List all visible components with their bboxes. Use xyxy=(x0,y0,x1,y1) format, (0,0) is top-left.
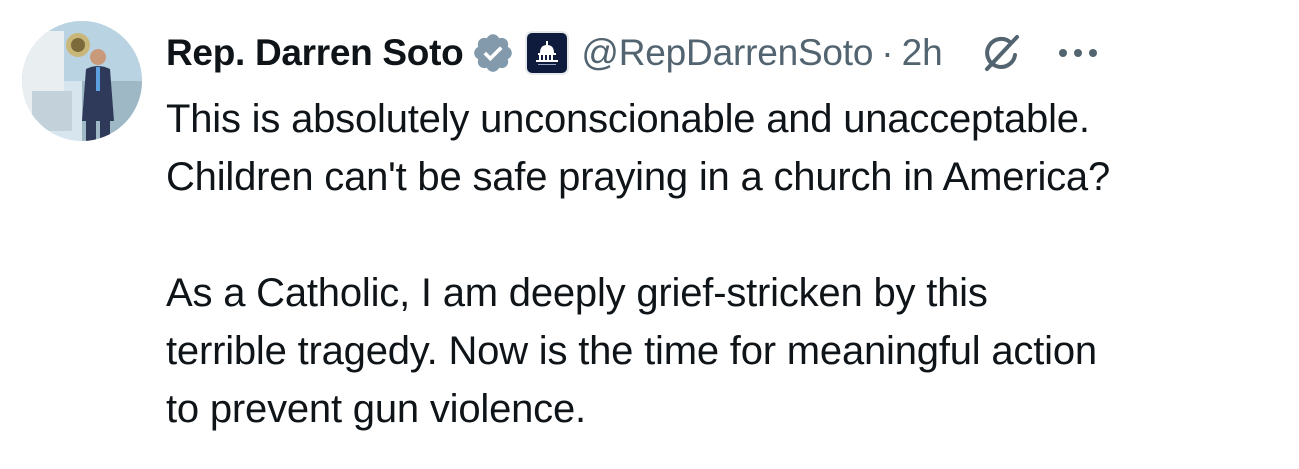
tweet-content: Rep. Darren Soto @RepDarrenSoto · 2h Thi… xyxy=(166,22,1286,438)
tweet-header: Rep. Darren Soto @RepDarrenSoto · 2h xyxy=(166,22,1286,84)
tweet-card: Rep. Darren Soto @RepDarrenSoto · 2h Thi… xyxy=(0,0,1299,469)
grok-icon[interactable] xyxy=(977,29,1025,77)
tweet-line: to prevent gun violence. xyxy=(166,387,586,431)
tweet-paragraph: This is absolutely unconscionable and un… xyxy=(166,90,1286,206)
tweet-paragraph: As a Catholic, I am deeply grief-stricke… xyxy=(166,264,1286,438)
avatar[interactable] xyxy=(22,21,142,141)
more-dots-icon[interactable] xyxy=(1053,33,1103,73)
user-handle[interactable]: @RepDarrenSoto xyxy=(581,32,873,74)
verified-badge-icon[interactable] xyxy=(471,31,515,75)
tweet-line: This is absolutely unconscionable and un… xyxy=(166,97,1090,141)
separator-dot: · xyxy=(881,32,894,73)
tweet-line: terrible tragedy. Now is the time for me… xyxy=(166,329,1097,373)
tweet-text: This is absolutely unconscionable and un… xyxy=(166,90,1286,438)
timestamp[interactable]: 2h xyxy=(902,32,943,74)
capitol-dome-icon[interactable] xyxy=(527,33,568,73)
tweet-line: Children can't be safe praying in a chur… xyxy=(166,155,1111,199)
display-name[interactable]: Rep. Darren Soto xyxy=(166,32,464,74)
tweet-line: As a Catholic, I am deeply grief-stricke… xyxy=(166,271,988,315)
avatar-image xyxy=(22,21,142,141)
